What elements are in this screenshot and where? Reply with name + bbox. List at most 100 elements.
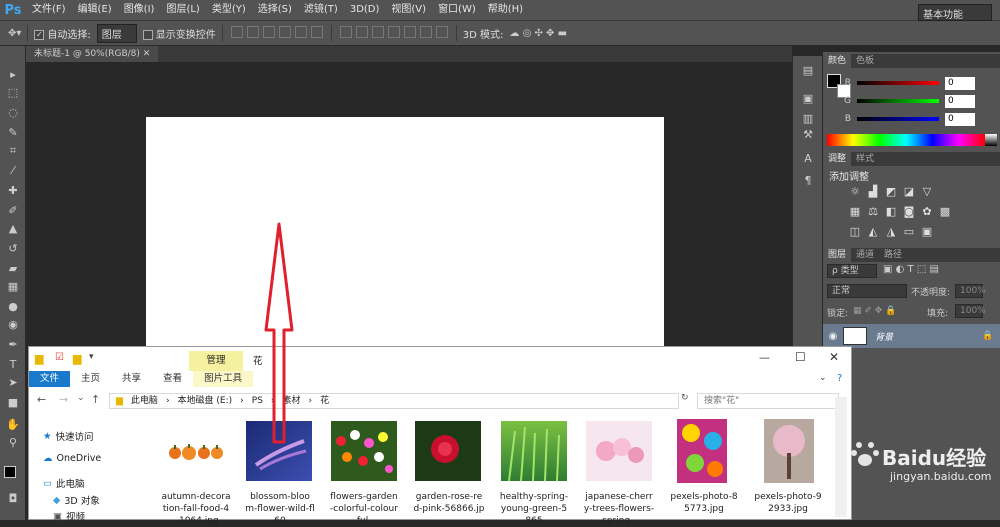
gradient-map-icon[interactable]: ▭ — [903, 226, 915, 238]
properties-icon[interactable]: ▣ — [801, 92, 815, 106]
file-name[interactable]: healthy-spring- young-green-5 ..865.. — [495, 491, 573, 527]
eyedropper-tool-icon[interactable]: ⁄ — [6, 164, 20, 178]
menu-edit[interactable]: 编辑(E) — [72, 0, 118, 20]
hand-tool-icon[interactable]: ✋ — [6, 418, 20, 432]
opacity-field[interactable]: 100% — [955, 284, 986, 298]
scrollbar[interactable] — [835, 397, 847, 517]
align-icons[interactable] — [229, 25, 325, 41]
manage-context-tab[interactable]: 管理 — [189, 351, 243, 371]
menu-filter[interactable]: 滤镜(T) — [298, 0, 344, 20]
red-slider[interactable]: R0 — [827, 76, 997, 90]
file-name[interactable]: pexels-photo-9 2933.jpg — [749, 491, 827, 515]
grayscale-ramp[interactable] — [985, 134, 997, 146]
document-canvas[interactable] — [146, 117, 664, 357]
posterize-icon[interactable]: ◭ — [867, 226, 879, 238]
character-icon[interactable]: A — [801, 152, 815, 166]
thumbnail-flowers-garden[interactable] — [331, 421, 397, 481]
tab-styles[interactable]: 样式 — [851, 152, 879, 166]
menu-image[interactable]: 图像(I) — [118, 0, 161, 20]
invert-icon[interactable]: ◫ — [849, 226, 861, 238]
up-arrow-icon[interactable]: ↑ — [91, 393, 100, 406]
selective-color-icon[interactable]: ▣ — [921, 226, 933, 238]
gradient-tool-icon[interactable]: ▦ — [6, 280, 20, 294]
lock-icons[interactable]: ▦ ✐ ✥ 🔒 — [853, 306, 896, 316]
tab-share[interactable]: 共享 — [111, 371, 152, 387]
quick-select-tool-icon[interactable]: ✎ — [6, 126, 20, 140]
tab-adjustments[interactable]: 调整 — [823, 152, 852, 166]
green-slider[interactable]: G0 — [827, 94, 997, 108]
fill-field[interactable]: 100% — [955, 304, 986, 318]
expand-ribbon-icon[interactable]: ⌄ — [819, 373, 827, 383]
layer-filter-icons[interactable]: ▣ ◐ T ⬚ ▤ — [883, 264, 939, 275]
properties-quick-icon[interactable]: ☑ — [55, 352, 64, 363]
nav-this-pc[interactable]: ▭ 此电脑 — [43, 476, 85, 491]
lasso-tool-icon[interactable]: ◌ — [6, 106, 20, 120]
color-spectrum[interactable] — [827, 134, 985, 146]
tab-swatches[interactable]: 色板 — [851, 54, 879, 68]
color-lookup-icon[interactable]: ▩ — [939, 206, 951, 218]
thumbnail-garden-rose[interactable] — [415, 421, 481, 481]
curves-icon[interactable]: ◩ — [885, 186, 897, 198]
exposure-icon[interactable]: ◪ — [903, 186, 915, 198]
tab-home[interactable]: 主页 — [70, 371, 111, 387]
marquee-tool-icon[interactable]: ⬚ — [6, 86, 20, 100]
menu-layer[interactable]: 图层(L) — [160, 0, 205, 20]
address-bar[interactable]: ▆ 此电脑 › 本地磁盘 (E:) › PS › 素材 › 花 — [109, 393, 679, 409]
menu-select[interactable]: 选择(S) — [252, 0, 298, 20]
color-balance-icon[interactable]: ⚖ — [867, 206, 879, 218]
zoom-tool-icon[interactable]: ⚲ — [6, 436, 20, 450]
stamp-tool-icon[interactable]: ▲ — [6, 222, 20, 236]
thumbnail-autumn[interactable] — [163, 421, 229, 481]
file-name[interactable]: garden-rose-re d-pink-56866.jp — [410, 491, 488, 515]
thumbnail-photo-85773[interactable] — [677, 419, 727, 483]
file-name[interactable]: pexels-photo-8 5773.jpg — [665, 491, 743, 515]
file-name[interactable]: flowers-garden -colorful-colour ful. — [325, 491, 403, 527]
tab-channels[interactable]: 通道 — [851, 248, 879, 262]
thumbnail-cherry[interactable] — [586, 421, 652, 481]
document-tab[interactable]: 未标题-1 @ 50%(RGB/8) ✕ — [26, 46, 159, 62]
layer-name[interactable]: 背景 — [875, 330, 982, 343]
breadcrumb-drive[interactable]: 本地磁盘 (E:) — [178, 394, 233, 408]
eraser-tool-icon[interactable]: ▰ — [6, 262, 20, 276]
nav-videos[interactable]: ▣ 视频 — [53, 509, 85, 524]
paragraph-icon[interactable]: ¶ — [801, 174, 815, 188]
red-value[interactable]: 0 — [945, 76, 975, 90]
info-icon[interactable]: ▥ — [801, 112, 815, 126]
auto-select-dropdown[interactable]: 图层 — [96, 23, 137, 43]
pen-tool-icon[interactable]: ✒ — [6, 338, 20, 352]
brush-presets-icon[interactable]: ⚒ — [801, 128, 815, 142]
path-select-tool-icon[interactable]: ➤ — [6, 376, 20, 390]
customize-toolbar-icon[interactable]: ▾ — [89, 352, 94, 362]
show-transform-checkbox[interactable]: 显示变换控件 — [142, 26, 216, 41]
maximize-icon[interactable]: ☐ — [795, 350, 806, 364]
thumbnail-photo-92933[interactable] — [764, 419, 814, 483]
vibrance-icon[interactable]: ▽ — [921, 186, 933, 198]
nav-3d-objects[interactable]: ◆ 3D 对象 — [53, 493, 100, 508]
hue-sat-icon[interactable]: ▦ — [849, 206, 861, 218]
menu-3d[interactable]: 3D(D) — [344, 0, 386, 20]
visibility-eye-icon[interactable]: ◉ — [823, 331, 843, 342]
levels-icon[interactable]: ▟ — [867, 186, 879, 198]
black-white-icon[interactable]: ◧ — [885, 206, 897, 218]
brush-tool-icon[interactable]: ✐ — [6, 204, 20, 218]
brightness-icon[interactable]: ☼ — [849, 186, 861, 198]
workspace-dropdown[interactable]: 基本功能 — [918, 4, 992, 21]
foreground-color-swatch[interactable] — [4, 466, 16, 478]
breadcrumb-flowers[interactable]: 花 — [320, 394, 329, 408]
recent-dropdown-icon[interactable]: ⌄ — [77, 393, 85, 403]
blend-mode-dropdown[interactable]: 正常 — [827, 284, 907, 298]
layer-kind-filter[interactable]: ρ 类型 — [827, 264, 877, 278]
blue-value[interactable]: 0 — [945, 112, 975, 126]
menu-type[interactable]: 类型(Y) — [206, 0, 252, 20]
file-name[interactable]: japanese-cherr y-trees-flowers- spring.. — [580, 491, 658, 527]
tab-color[interactable]: 颜色 — [823, 54, 852, 68]
move-tool-icon[interactable]: ▸ — [6, 68, 20, 82]
tab-picture-tools[interactable]: 图片工具 — [193, 371, 254, 387]
blue-slider[interactable]: B0 — [827, 112, 997, 126]
move-tool-icon[interactable]: ✥▾ — [8, 28, 21, 39]
layer-row[interactable]: ◉ 背景 🔒 — [823, 324, 1000, 348]
green-value[interactable]: 0 — [945, 94, 975, 108]
tab-view[interactable]: 查看 — [152, 371, 193, 387]
back-arrow-icon[interactable]: ← — [37, 393, 46, 406]
crop-tool-icon[interactable]: ⌗ — [6, 144, 20, 158]
